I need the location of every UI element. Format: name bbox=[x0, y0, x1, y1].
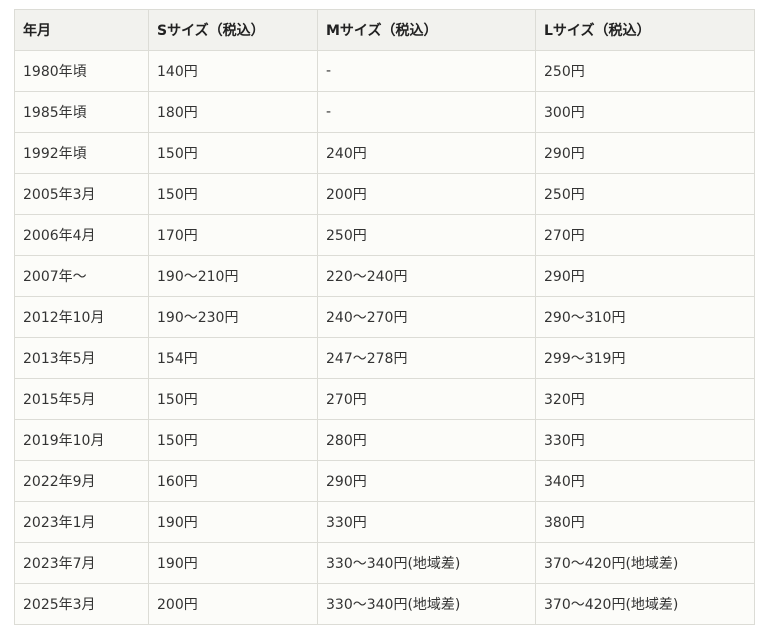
cell-size-m: 330～340円(地域差) bbox=[317, 542, 536, 584]
cell-size-s: 150円 bbox=[148, 378, 318, 420]
cell-size-s: 200円 bbox=[148, 583, 318, 625]
table-row: 2015年5月 150円 270円 320円 bbox=[14, 378, 755, 420]
table-row: 2007年～ 190～210円 220～240円 290円 bbox=[14, 255, 755, 297]
cell-size-m: 250円 bbox=[317, 214, 536, 256]
cell-size-l: 299～319円 bbox=[535, 337, 755, 379]
cell-size-l: 330円 bbox=[535, 419, 755, 461]
header-size-l: Lサイズ（税込） bbox=[535, 9, 755, 51]
price-history-table: 年月 Sサイズ（税込） Mサイズ（税込） Lサイズ（税込） 1980年頃 140円… bbox=[14, 9, 755, 625]
cell-size-s: 190円 bbox=[148, 542, 318, 584]
cell-size-s: 150円 bbox=[148, 132, 318, 174]
cell-size-m: 247～278円 bbox=[317, 337, 536, 379]
cell-date: 2019年10月 bbox=[14, 419, 149, 461]
cell-size-s: 150円 bbox=[148, 419, 318, 461]
cell-size-m: 330円 bbox=[317, 501, 536, 543]
table-row: 2023年7月 190円 330～340円(地域差) 370～420円(地域差) bbox=[14, 542, 755, 584]
price-history-table-container: 年月 Sサイズ（税込） Mサイズ（税込） Lサイズ（税込） 1980年頃 140円… bbox=[14, 9, 755, 625]
header-date: 年月 bbox=[14, 9, 149, 51]
table-row: 2005年3月 150円 200円 250円 bbox=[14, 173, 755, 215]
cell-size-m: 200円 bbox=[317, 173, 536, 215]
table-row: 2013年5月 154円 247～278円 299～319円 bbox=[14, 337, 755, 379]
cell-date: 2013年5月 bbox=[14, 337, 149, 379]
cell-size-s: 160円 bbox=[148, 460, 318, 502]
cell-size-l: 290円 bbox=[535, 132, 755, 174]
table-body: 1980年頃 140円 -250円 1985年頃 180円 -300円 1992年頃 150円… bbox=[14, 50, 755, 625]
cell-size-m: 240～270円 bbox=[317, 296, 536, 338]
table-row: 2006年4月 170円 250円 270円 bbox=[14, 214, 755, 256]
cell-date: 2015年5月 bbox=[14, 378, 149, 420]
cell-date: 1992年頃 bbox=[14, 132, 149, 174]
cell-size-s: 180円 bbox=[148, 91, 318, 133]
table-header: 年月 Sサイズ（税込） Mサイズ（税込） Lサイズ（税込） bbox=[14, 9, 755, 51]
header-size-s: Sサイズ（税込） bbox=[148, 9, 318, 51]
cell-date: 2005年3月 bbox=[14, 173, 149, 215]
header-row: 年月 Sサイズ（税込） Mサイズ（税込） Lサイズ（税込） bbox=[14, 9, 755, 51]
cell-size-l: 270円 bbox=[535, 214, 755, 256]
table-row: 1992年頃 150円 240円 290円 bbox=[14, 132, 755, 174]
cell-size-l: 300円 bbox=[535, 91, 755, 133]
cell-size-m: 330～340円(地域差) bbox=[317, 583, 536, 625]
cell-date: 2012年10月 bbox=[14, 296, 149, 338]
table-row: 2012年10月 190～230円 240～270円 290～310円 bbox=[14, 296, 755, 338]
cell-date: 2007年～ bbox=[14, 255, 149, 297]
cell-size-l: 370～420円(地域差) bbox=[535, 583, 755, 625]
table-row: 1980年頃 140円 -250円 bbox=[14, 50, 755, 92]
cell-size-s: 170円 bbox=[148, 214, 318, 256]
cell-date: 2023年1月 bbox=[14, 501, 149, 543]
cell-date: 2025年3月 bbox=[14, 583, 149, 625]
cell-size-l: 340円 bbox=[535, 460, 755, 502]
cell-date: 1980年頃 bbox=[14, 50, 149, 92]
cell-size-s: 150円 bbox=[148, 173, 318, 215]
cell-size-l: 320円 bbox=[535, 378, 755, 420]
cell-size-m: 240円 bbox=[317, 132, 536, 174]
cell-size-m: 280円 bbox=[317, 419, 536, 461]
cell-size-l: 290～310円 bbox=[535, 296, 755, 338]
cell-size-l: 380円 bbox=[535, 501, 755, 543]
cell-size-m: - bbox=[317, 50, 536, 92]
table-row: 2022年9月 160円 290円 340円 bbox=[14, 460, 755, 502]
cell-size-l: 250円 bbox=[535, 173, 755, 215]
cell-size-m: 220～240円 bbox=[317, 255, 536, 297]
cell-size-m: 270円 bbox=[317, 378, 536, 420]
cell-date: 2023年7月 bbox=[14, 542, 149, 584]
table-row: 2019年10月 150円 280円 330円 bbox=[14, 419, 755, 461]
table-row: 2023年1月 190円 330円 380円 bbox=[14, 501, 755, 543]
cell-size-l: 370～420円(地域差) bbox=[535, 542, 755, 584]
table-row: 2025年3月 200円 330～340円(地域差) 370～420円(地域差) bbox=[14, 583, 755, 625]
cell-size-m: - bbox=[317, 91, 536, 133]
cell-size-m: 290円 bbox=[317, 460, 536, 502]
cell-size-l: 290円 bbox=[535, 255, 755, 297]
cell-size-s: 140円 bbox=[148, 50, 318, 92]
cell-size-s: 154円 bbox=[148, 337, 318, 379]
table-row: 1985年頃 180円 -300円 bbox=[14, 91, 755, 133]
cell-size-s: 190～230円 bbox=[148, 296, 318, 338]
header-size-m: Mサイズ（税込） bbox=[317, 9, 536, 51]
cell-size-l: 250円 bbox=[535, 50, 755, 92]
cell-size-s: 190～210円 bbox=[148, 255, 318, 297]
cell-date: 2022年9月 bbox=[14, 460, 149, 502]
cell-date: 2006年4月 bbox=[14, 214, 149, 256]
cell-size-s: 190円 bbox=[148, 501, 318, 543]
cell-date: 1985年頃 bbox=[14, 91, 149, 133]
